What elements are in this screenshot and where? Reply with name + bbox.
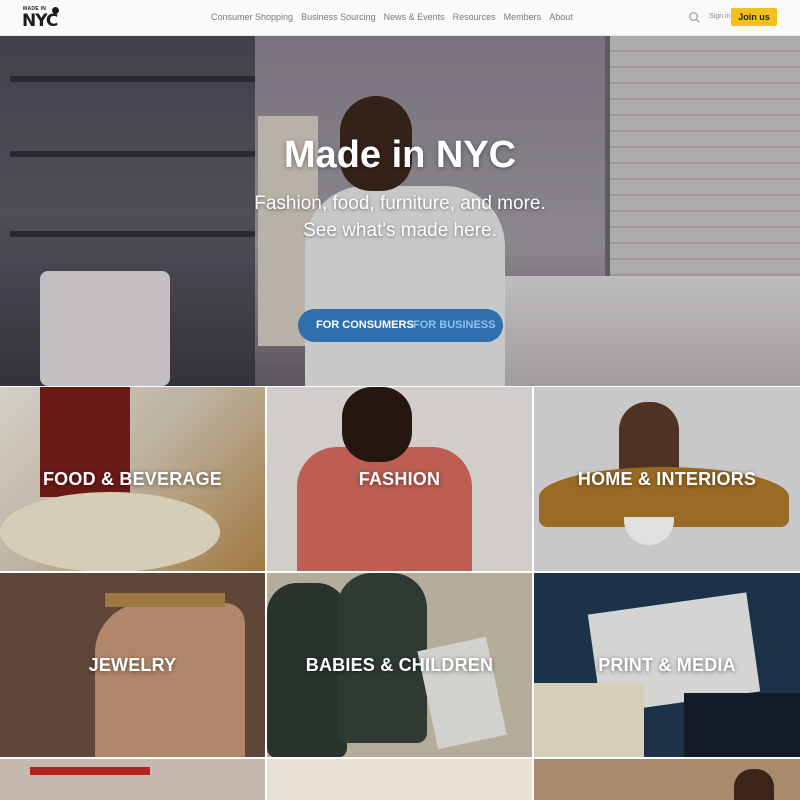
nav-link-news-events[interactable]: News & Events — [384, 12, 445, 22]
nav-link-business-sourcing[interactable]: Business Sourcing — [301, 12, 376, 22]
hero-subtitle-line1: Fashion, food, furniture, and more. — [254, 193, 546, 214]
category-label: BABIES & CHILDREN — [305, 655, 494, 675]
category-tile-babies-children[interactable]: BABIES & CHILDREN — [267, 573, 532, 757]
nav-link-about[interactable]: About — [549, 12, 573, 22]
category-tile-food-beverage[interactable]: FOOD & BEVERAGE — [0, 387, 265, 571]
category-label: FASHION — [358, 469, 441, 489]
apple-icon — [52, 7, 59, 14]
made-in-nyc-logo[interactable]: MADE IN NYC — [22, 6, 62, 31]
hero-title: Made in NYC — [283, 134, 517, 176]
sign-in-link[interactable]: Sign in — [709, 13, 730, 20]
category-tile-home-interiors[interactable]: HOME & INTERIORS — [534, 387, 800, 571]
top-nav: MADE IN NYC Consumer Shopping Business S… — [0, 0, 800, 36]
logo-big-text: NYC — [22, 11, 58, 31]
nav-link-resources[interactable]: Resources — [453, 12, 496, 22]
category-label: FOOD & BEVERAGE — [42, 469, 223, 489]
for-consumers-toggle[interactable]: FOR CONSUMERS — [316, 319, 414, 331]
bike-frame-image — [30, 767, 150, 775]
join-us-button[interactable]: Join us — [731, 8, 777, 26]
category-tile-print-media[interactable]: PRINT & MEDIA — [534, 573, 800, 757]
category-tile-partial-bike[interactable] — [0, 759, 265, 800]
for-business-toggle[interactable]: FOR BUSINESS — [413, 319, 496, 331]
category-label: HOME & INTERIORS — [577, 469, 757, 489]
category-tile-partial-kitchen[interactable] — [267, 759, 532, 800]
hero-banner: Made in NYC Fashion, food, furniture, an… — [0, 36, 800, 386]
category-tile-partial-workshop[interactable] — [534, 759, 800, 800]
nav-link-members[interactable]: Members — [504, 12, 542, 22]
audience-toggle: FOR CONSUMERS FOR BUSINESS — [298, 309, 503, 342]
hero-subtitle-line2: See what's made here. — [303, 220, 497, 241]
category-tile-jewelry[interactable]: JEWELRY — [0, 573, 265, 757]
category-tile-fashion[interactable]: FASHION — [267, 387, 532, 571]
category-label: JEWELRY — [88, 655, 177, 675]
person-image — [734, 769, 774, 800]
nav-link-consumer-shopping[interactable]: Consumer Shopping — [211, 12, 293, 22]
search-icon[interactable] — [688, 11, 701, 24]
category-label: PRINT & MEDIA — [598, 655, 736, 675]
nav-links: Consumer Shopping Business Sourcing News… — [211, 12, 573, 22]
